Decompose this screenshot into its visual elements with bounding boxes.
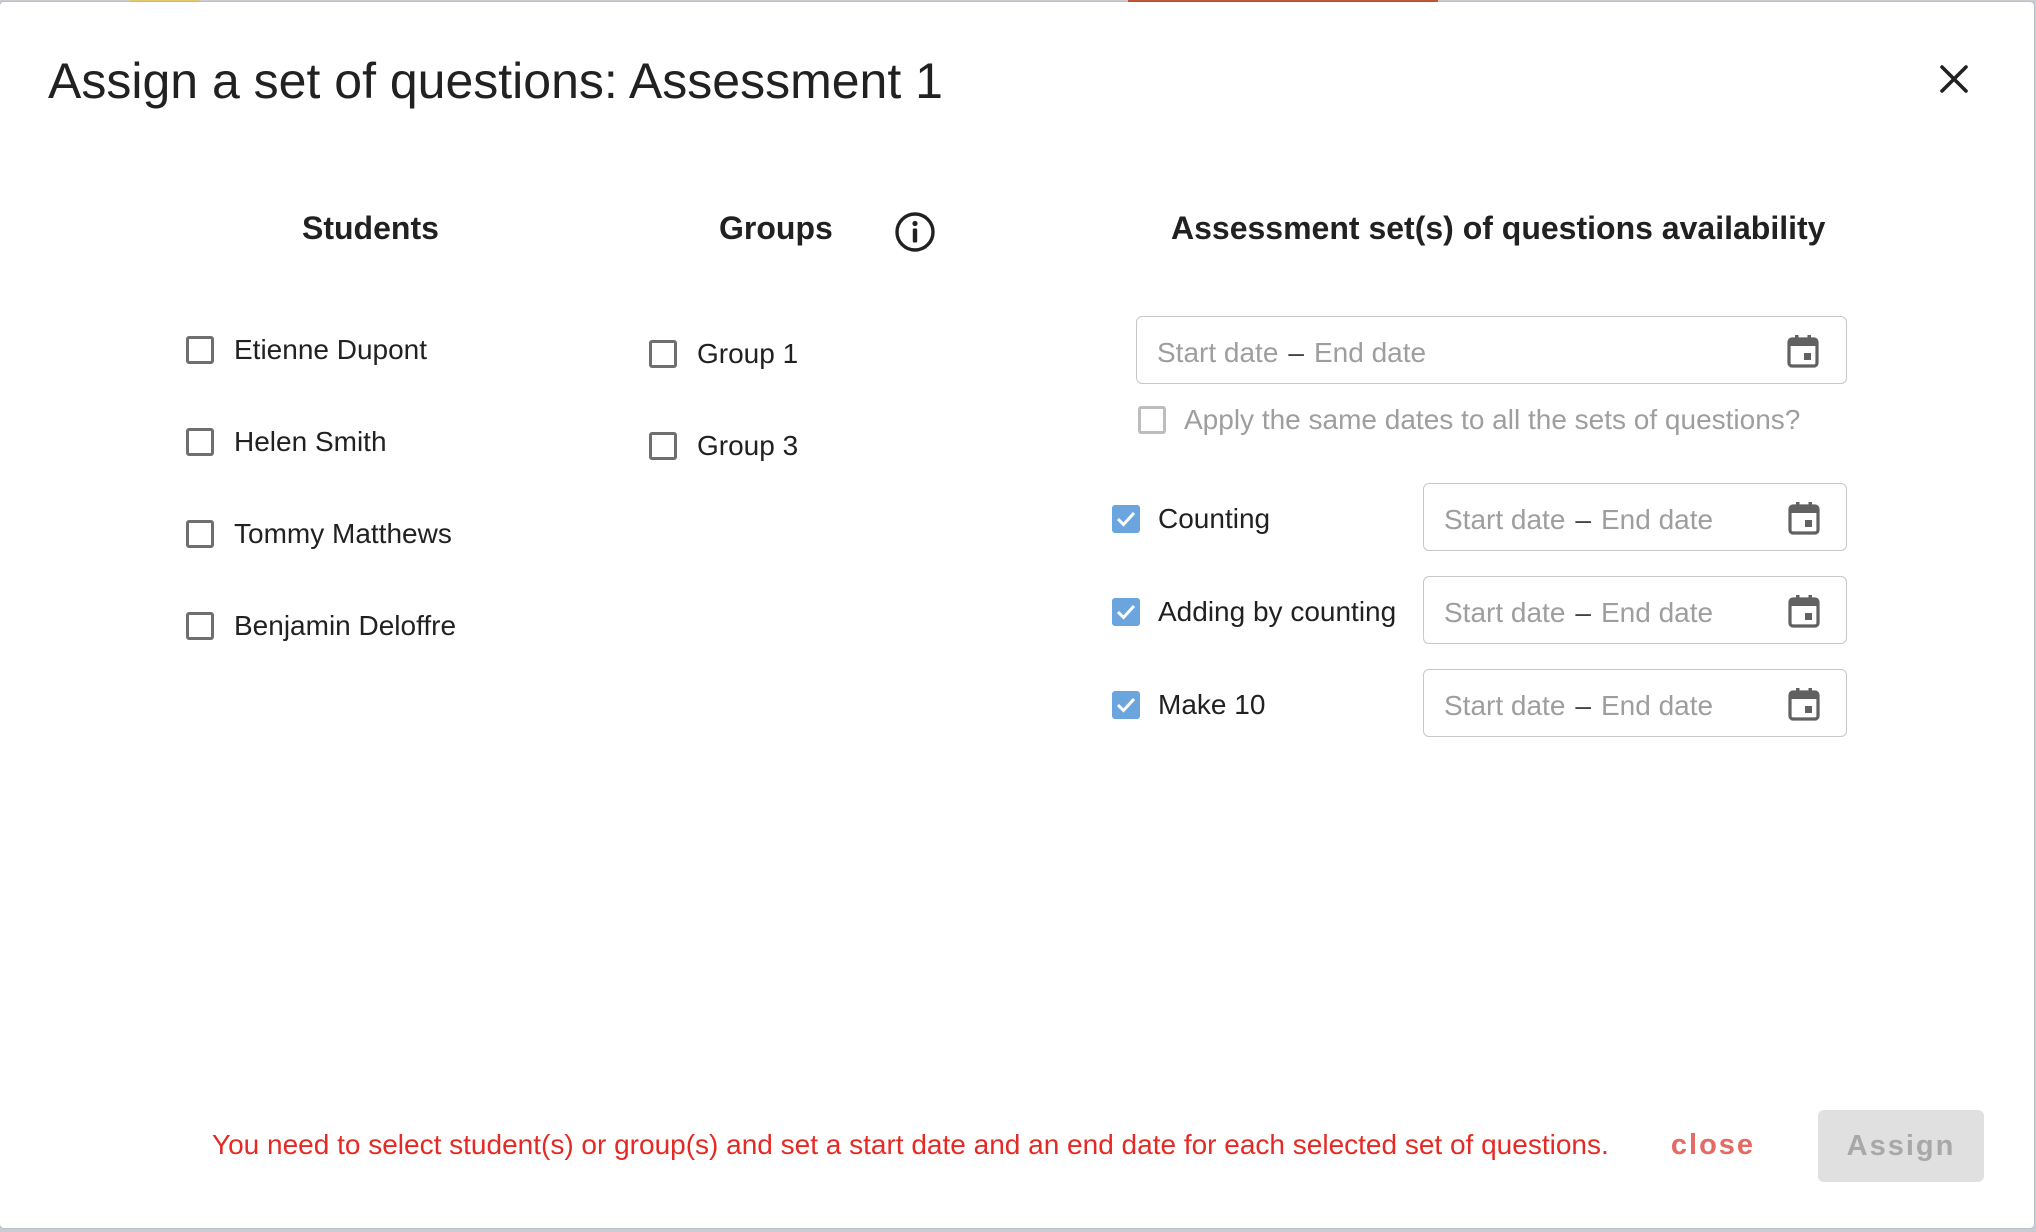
end-date-placeholder: End date xyxy=(1313,337,1427,368)
group-item[interactable]: Group 1 xyxy=(649,334,798,374)
question-set-date-range-field[interactable]: Start date – End date xyxy=(1423,483,1847,551)
date-range-text: Start date – End date xyxy=(1157,337,1426,369)
question-set-checkbox[interactable] xyxy=(1112,598,1140,626)
question-set-date-range-field[interactable]: Start date – End date xyxy=(1423,576,1847,644)
question-set-label: Counting xyxy=(1158,503,1271,534)
student-checkbox[interactable] xyxy=(186,520,214,548)
student-label: Etienne Dupont xyxy=(234,334,428,365)
date-range-text: Start date – End date xyxy=(1444,504,1713,536)
assign-button[interactable]: Assign xyxy=(1818,1110,1984,1182)
student-label: Benjamin Deloffre xyxy=(234,610,457,641)
student-label: Helen Smith xyxy=(234,426,387,457)
question-set-checkbox[interactable] xyxy=(1112,505,1140,533)
calendar-icon[interactable] xyxy=(1786,593,1822,629)
question-set-item[interactable]: Adding by counting xyxy=(1112,592,1396,632)
group-item[interactable]: Group 3 xyxy=(649,426,798,466)
group-checkbox[interactable] xyxy=(649,340,677,368)
question-set-label: Adding by counting xyxy=(1158,596,1397,627)
calendar-icon[interactable] xyxy=(1786,686,1822,722)
end-date-placeholder: End date xyxy=(1600,597,1714,628)
student-item[interactable]: Helen Smith xyxy=(186,422,387,462)
student-checkbox[interactable] xyxy=(186,428,214,456)
global-date-range-field[interactable]: Start date – End date xyxy=(1136,316,1847,384)
check-icon xyxy=(1116,604,1136,620)
apply-same-dates-option[interactable]: Apply the same dates to all the sets of … xyxy=(1138,400,1800,440)
student-item[interactable]: Tommy Matthews xyxy=(186,514,452,554)
validation-warning: You need to select student(s) or group(s… xyxy=(212,1129,1609,1160)
assign-dialog: Assign a set of questions: Assessment 1 … xyxy=(0,2,2034,1228)
start-date-placeholder: Start date xyxy=(1444,690,1566,721)
end-date-placeholder: End date xyxy=(1600,504,1714,535)
start-date-placeholder: Start date xyxy=(1444,597,1566,628)
date-separator: – xyxy=(1288,337,1304,368)
groups-heading: Groups xyxy=(719,210,833,246)
students-heading: Students xyxy=(302,210,439,246)
info-circle-icon[interactable] xyxy=(894,211,936,253)
date-separator: – xyxy=(1575,597,1591,628)
group-label: Group 1 xyxy=(697,338,799,369)
date-separator: – xyxy=(1575,690,1591,721)
start-date-placeholder: Start date xyxy=(1444,504,1566,535)
date-range-text: Start date – End date xyxy=(1444,597,1713,629)
availability-heading: Assessment set(s) of questions availabil… xyxy=(1171,210,1826,246)
group-label: Group 3 xyxy=(697,430,799,461)
student-item[interactable]: Benjamin Deloffre xyxy=(186,606,456,646)
apply-same-dates-label: Apply the same dates to all the sets of … xyxy=(1184,404,1801,435)
student-checkbox[interactable] xyxy=(186,612,214,640)
close-button[interactable]: close xyxy=(1652,1110,1774,1180)
dialog-title: Assign a set of questions: Assessment 1 xyxy=(48,53,943,109)
student-checkbox[interactable] xyxy=(186,336,214,364)
question-set-label: Make 10 xyxy=(1158,689,1266,720)
question-set-item[interactable]: Make 10 xyxy=(1112,685,1265,725)
date-separator: – xyxy=(1575,504,1591,535)
group-checkbox[interactable] xyxy=(649,432,677,460)
end-date-placeholder: End date xyxy=(1600,690,1714,721)
question-set-checkbox[interactable] xyxy=(1112,691,1140,719)
check-icon xyxy=(1116,697,1136,713)
date-range-text: Start date – End date xyxy=(1444,690,1713,722)
question-set-date-range-field[interactable]: Start date – End date xyxy=(1423,669,1847,737)
close-icon[interactable] xyxy=(1937,62,1971,96)
check-icon xyxy=(1116,511,1136,527)
student-label: Tommy Matthews xyxy=(234,518,452,549)
student-item[interactable]: Etienne Dupont xyxy=(186,330,427,370)
apply-same-dates-checkbox[interactable] xyxy=(1138,406,1166,434)
start-date-placeholder: Start date xyxy=(1157,337,1279,368)
calendar-icon[interactable] xyxy=(1786,500,1822,536)
question-set-item[interactable]: Counting xyxy=(1112,499,1270,539)
calendar-icon[interactable] xyxy=(1785,333,1821,369)
